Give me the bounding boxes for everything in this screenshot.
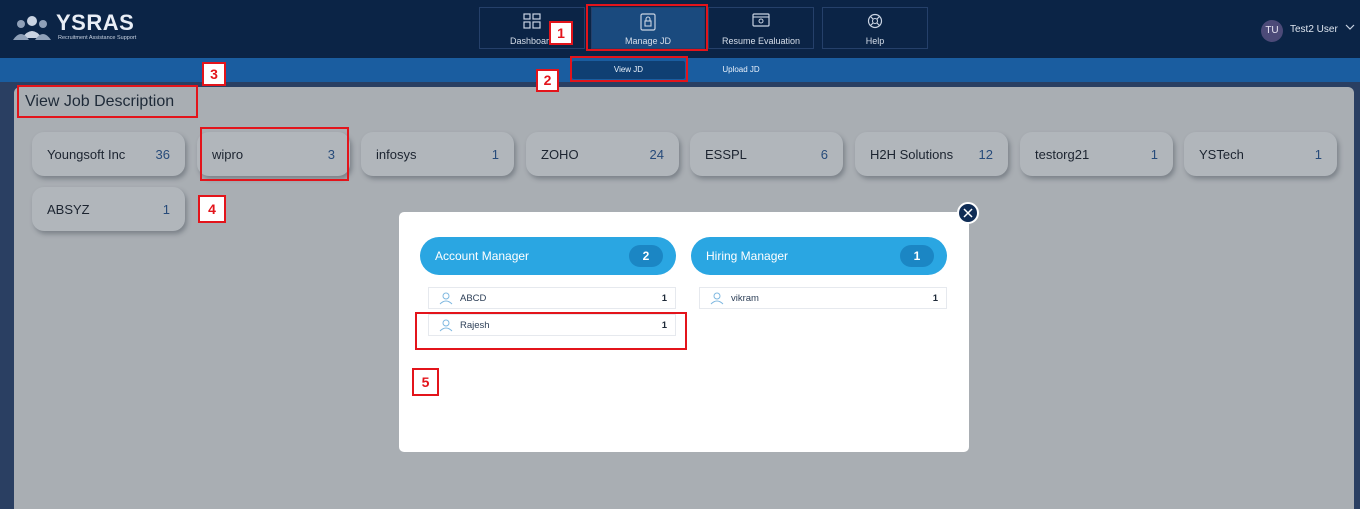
account-manager-count: 2	[629, 245, 663, 267]
company-name: infosys	[376, 147, 417, 162]
company-count: 24	[649, 147, 664, 162]
close-button[interactable]	[957, 202, 979, 224]
user-icon	[439, 292, 453, 305]
chevron-down-icon	[1345, 24, 1355, 30]
close-icon	[963, 208, 973, 218]
annotation-number: 2	[536, 69, 559, 92]
logo-subtitle: Recruitment Assistance Support	[58, 35, 137, 41]
company-name: Youngsoft Inc	[47, 147, 126, 162]
subtab-upload-jd[interactable]: Upload JD	[705, 61, 777, 79]
logo[interactable]: YSRAS Recruitment Assistance Support	[12, 10, 152, 46]
annotation-box	[200, 127, 349, 181]
company-count: 36	[155, 147, 170, 162]
company-chip[interactable]: Youngsoft Inc 36	[32, 132, 185, 176]
person-row[interactable]: vikram 1	[699, 287, 947, 309]
company-count: 1	[1150, 147, 1158, 162]
company-name: YSTech	[1199, 147, 1244, 162]
nav-help-label: Help	[865, 36, 885, 46]
annotation-box	[586, 4, 708, 51]
avatar: TU	[1261, 20, 1283, 42]
company-count: 1	[162, 202, 170, 217]
nav-resume-evaluation-label: Resume Evaluation	[721, 36, 801, 46]
company-name: ABSYZ	[47, 202, 90, 217]
hiring-manager-count: 1	[900, 245, 934, 267]
hiring-manager-label: Hiring Manager	[706, 249, 789, 263]
annotation-number: 5	[412, 368, 439, 396]
company-chip[interactable]: testorg21 1	[1020, 132, 1173, 176]
annotation-number: 1	[549, 21, 573, 45]
company-count: 12	[978, 147, 993, 162]
company-chip[interactable]: ESSPL 6	[690, 132, 843, 176]
annotation-box	[415, 312, 687, 350]
monitor-icon	[752, 13, 770, 27]
nav-help[interactable]: Help	[822, 7, 928, 49]
person-row[interactable]: ABCD 1	[428, 287, 676, 309]
annotation-box	[17, 85, 198, 118]
logo-title: YSRAS	[56, 10, 135, 35]
company-chip[interactable]: infosys 1	[361, 132, 514, 176]
company-name: testorg21	[1035, 147, 1090, 162]
company-name: H2H Solutions	[870, 147, 954, 162]
company-count: 6	[820, 147, 828, 162]
user-name: Test2 User	[1290, 24, 1338, 35]
person-count: 1	[661, 293, 667, 304]
user-icon	[710, 292, 724, 305]
person-name: vikram	[731, 293, 759, 304]
account-manager-header[interactable]: Account Manager 2	[420, 237, 676, 275]
company-chip[interactable]: ZOHO 24	[526, 132, 679, 176]
annotation-number: 4	[198, 195, 226, 223]
person-name: ABCD	[460, 293, 487, 304]
people-group-icon	[13, 16, 51, 40]
company-chip[interactable]: YSTech 1	[1184, 132, 1337, 176]
nav-resume-evaluation[interactable]: Resume Evaluation	[708, 7, 814, 49]
person-count: 1	[932, 293, 938, 304]
grid-icon	[523, 13, 541, 29]
lifebuoy-icon	[867, 13, 883, 29]
company-chip[interactable]: ABSYZ 1	[32, 187, 185, 231]
company-name: ESSPL	[705, 147, 747, 162]
company-count: 1	[491, 147, 499, 162]
company-count: 1	[1314, 147, 1322, 162]
company-chip[interactable]: H2H Solutions 12	[855, 132, 1008, 176]
account-manager-label: Account Manager	[435, 249, 530, 263]
annotation-number: 3	[202, 62, 226, 86]
hiring-manager-header[interactable]: Hiring Manager 1	[691, 237, 947, 275]
company-name: ZOHO	[541, 147, 579, 162]
annotation-box	[570, 56, 688, 82]
